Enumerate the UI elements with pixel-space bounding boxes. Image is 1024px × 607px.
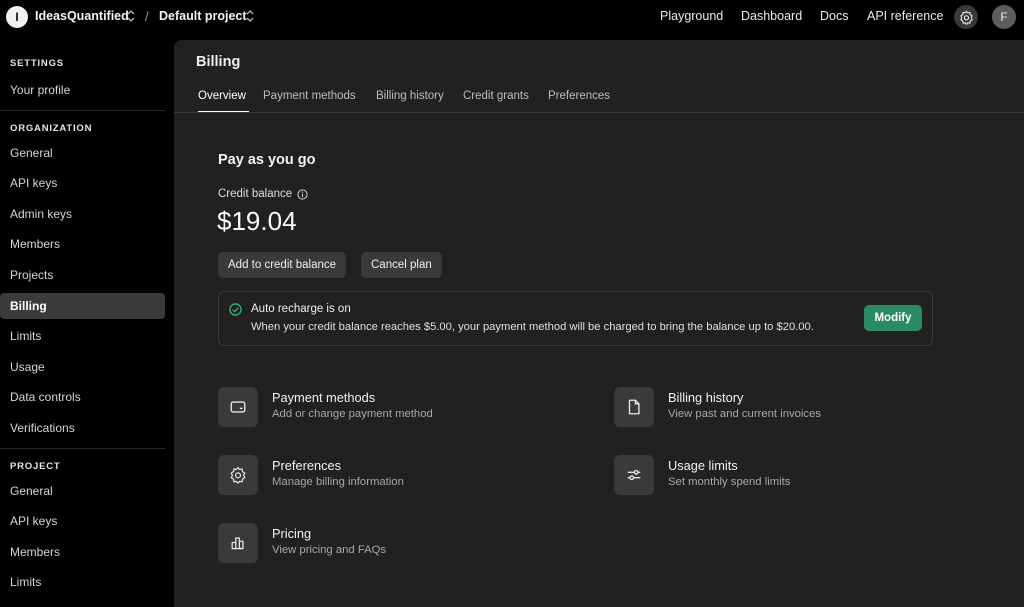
cancel-plan-button[interactable]: Cancel plan (361, 252, 442, 278)
chevron-updown-icon[interactable] (245, 9, 255, 23)
nav-docs-link[interactable]: Docs (820, 9, 848, 23)
tab-overview[interactable]: Overview (198, 90, 246, 102)
preferences-card[interactable]: Preferences Manage billing information (218, 455, 518, 497)
credit-card-icon-box (218, 387, 258, 427)
nav-dashboard-link[interactable]: Dashboard (741, 9, 802, 23)
auto-recharge-description: When your credit balance reaches $5.00, … (251, 321, 814, 333)
card-subtitle: Set monthly spend limits (668, 476, 791, 488)
sidebar-item-project-members[interactable]: Members (0, 539, 165, 565)
sidebar-item-billing[interactable]: Billing (0, 293, 165, 319)
nav-playground-link[interactable]: Playground (660, 9, 723, 23)
document-icon (628, 399, 640, 415)
org-switcher[interactable]: IdeasQuantified (35, 9, 129, 23)
card-subtitle: Manage billing information (272, 476, 404, 488)
card-subtitle: View past and current invoices (668, 408, 822, 420)
card-title: Payment methods (272, 390, 376, 405)
sidebar: SETTINGS Your profile ORGANIZATION Gener… (0, 34, 174, 607)
document-icon-box (614, 387, 654, 427)
tab-preferences[interactable]: Preferences (548, 90, 610, 102)
gear-icon (959, 10, 973, 25)
sidebar-item-api-keys[interactable]: API keys (0, 170, 165, 196)
auto-recharge-title: Auto recharge is on (251, 303, 351, 315)
modify-button[interactable]: Modify (864, 305, 922, 331)
bar-chart-icon-box (218, 523, 258, 563)
auto-recharge-banner: Auto recharge is on When your credit bal… (218, 291, 933, 346)
plan-title: Pay as you go (218, 152, 316, 168)
settings-button[interactable] (954, 5, 978, 29)
sidebar-item-admin-keys[interactable]: Admin keys (0, 201, 165, 227)
org-avatar[interactable]: I (6, 6, 28, 28)
breadcrumb-separator: / (145, 9, 149, 24)
sidebar-item-your-profile[interactable]: Your profile (0, 77, 165, 103)
page-title: Billing (196, 54, 241, 70)
chevron-updown-icon[interactable] (126, 9, 136, 23)
top-bar: I IdeasQuantified / Default project Play… (0, 0, 1024, 34)
bar-chart-icon (231, 537, 244, 550)
payment-methods-card[interactable]: Payment methods Add or change payment me… (218, 387, 518, 429)
sidebar-item-project-limits[interactable]: Limits (0, 569, 165, 595)
sidebar-item-limits[interactable]: Limits (0, 323, 165, 349)
user-avatar[interactable]: F (992, 5, 1016, 29)
sidebar-item-members[interactable]: Members (0, 231, 165, 257)
tab-billing-history[interactable]: Billing history (376, 90, 444, 102)
main-panel: Billing Overview Payment methods Billing… (174, 40, 1024, 607)
card-title: Pricing (272, 526, 312, 541)
card-subtitle: Add or change payment method (272, 408, 433, 420)
tab-credit-grants[interactable]: Credit grants (463, 90, 529, 102)
credit-balance-label: Credit balance (218, 188, 308, 200)
credit-balance-amount: $19.04 (217, 206, 297, 236)
sidebar-divider (0, 448, 165, 449)
card-title: Preferences (272, 458, 341, 473)
usage-limits-card[interactable]: Usage limits Set monthly spend limits (614, 455, 914, 497)
billing-history-card[interactable]: Billing history View past and current in… (614, 387, 914, 429)
gear-icon (230, 466, 246, 484)
pricing-card[interactable]: Pricing View pricing and FAQs (218, 523, 518, 565)
info-icon[interactable] (297, 188, 308, 200)
sidebar-item-verifications[interactable]: Verifications (0, 415, 165, 441)
sliders-icon (627, 469, 641, 481)
gear-icon-box (218, 455, 258, 495)
card-subtitle: View pricing and FAQs (272, 544, 387, 556)
credit-balance-text: Credit balance (218, 188, 293, 200)
card-title: Billing history (668, 390, 744, 405)
sidebar-item-data-controls[interactable]: Data controls (0, 384, 165, 410)
project-switcher[interactable]: Default project (159, 9, 247, 23)
project-heading: PROJECT (10, 461, 61, 472)
sidebar-item-project-general[interactable]: General (0, 478, 165, 504)
nav-api-reference-link[interactable]: API reference (867, 9, 943, 23)
sidebar-divider (0, 110, 165, 111)
card-title: Usage limits (668, 458, 738, 473)
tab-payment-methods[interactable]: Payment methods (263, 90, 356, 102)
organization-heading: ORGANIZATION (10, 123, 93, 134)
sidebar-item-usage[interactable]: Usage (0, 354, 165, 380)
add-credit-button[interactable]: Add to credit balance (218, 252, 347, 278)
settings-heading: SETTINGS (10, 58, 64, 69)
sliders-icon-box (614, 455, 654, 495)
credit-card-icon (230, 401, 246, 413)
sidebar-item-general[interactable]: General (0, 140, 165, 166)
tabs-divider (174, 112, 1024, 113)
sidebar-item-projects[interactable]: Projects (0, 262, 165, 288)
sidebar-item-project-api-keys[interactable]: API keys (0, 508, 165, 534)
check-circle-icon (229, 303, 242, 316)
